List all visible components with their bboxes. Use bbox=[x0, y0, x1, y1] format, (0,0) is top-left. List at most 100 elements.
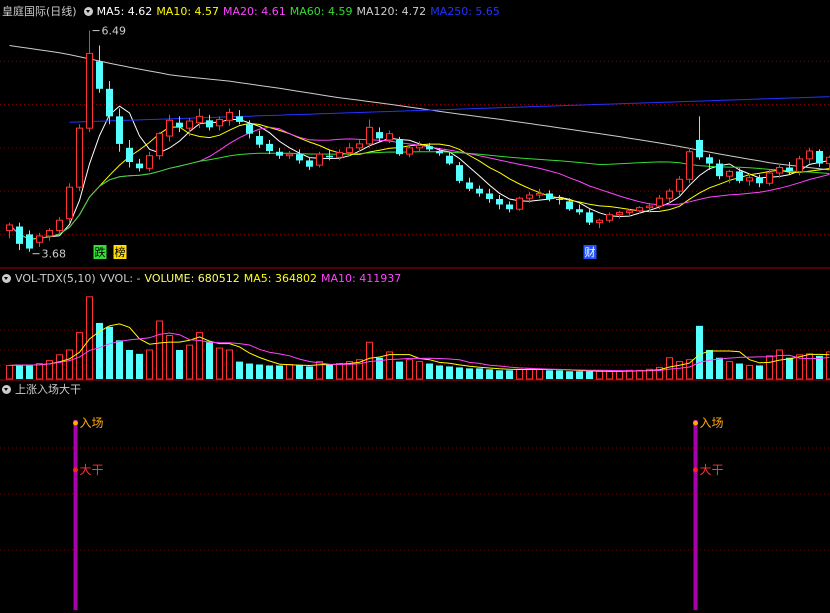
volume-bar-39 bbox=[396, 361, 403, 379]
volume-bar-3 bbox=[36, 363, 43, 380]
volume-bar-5 bbox=[56, 354, 63, 380]
candle-53 bbox=[536, 188, 543, 199]
ma250-line bbox=[69, 96, 830, 123]
volume-bar-81 bbox=[816, 355, 823, 379]
volume-bar-21 bbox=[216, 347, 223, 380]
candle-body bbox=[326, 155, 333, 158]
candle-body bbox=[36, 235, 43, 243]
candle-body bbox=[106, 88, 113, 117]
candle-body bbox=[116, 116, 123, 144]
candle-23 bbox=[236, 110, 243, 125]
candle-8 bbox=[86, 30, 93, 133]
volume-bar-44 bbox=[446, 366, 453, 379]
candle-body bbox=[646, 205, 653, 209]
volume-bar-19 bbox=[196, 332, 203, 380]
candle-11 bbox=[116, 108, 123, 152]
volume-bar-15 bbox=[156, 320, 163, 380]
candle-body bbox=[396, 139, 403, 155]
candle-body bbox=[746, 177, 753, 182]
candle-body bbox=[216, 119, 223, 127]
candle-59 bbox=[596, 218, 603, 229]
candle-body bbox=[666, 190, 673, 199]
collapse-icon[interactable] bbox=[83, 7, 93, 16]
signal-action-dot-1 bbox=[693, 467, 698, 473]
volume-bar-46 bbox=[466, 368, 473, 379]
volume-bar-67 bbox=[676, 361, 683, 380]
volume-bar-78 bbox=[786, 357, 793, 379]
volume-bar-54 bbox=[546, 370, 553, 379]
candle-12 bbox=[126, 139, 133, 168]
candle-0 bbox=[6, 222, 13, 239]
candle-body bbox=[316, 153, 323, 166]
candle-15 bbox=[156, 132, 163, 160]
marker-0: 跌 bbox=[95, 245, 106, 259]
candle-body bbox=[766, 172, 773, 184]
candle-body bbox=[276, 151, 283, 156]
volume-bar-72 bbox=[726, 361, 733, 380]
candle-68 bbox=[686, 147, 693, 184]
candle-body bbox=[266, 143, 273, 151]
volume-bar-2 bbox=[26, 365, 33, 379]
candle-body bbox=[406, 147, 413, 155]
volume-bar-56 bbox=[566, 371, 573, 379]
candle-9 bbox=[96, 45, 103, 93]
volume-bar-26 bbox=[266, 365, 273, 379]
volume-series bbox=[6, 296, 830, 380]
volume-bar-71 bbox=[716, 357, 723, 379]
candle-body bbox=[756, 177, 763, 184]
candle-body bbox=[726, 170, 733, 177]
volume-bar-45 bbox=[456, 367, 463, 379]
candle-body bbox=[786, 167, 793, 172]
candle-body bbox=[46, 229, 53, 237]
signal-entry-label-1: 入场 bbox=[700, 416, 724, 430]
candle-51 bbox=[516, 196, 523, 211]
candle-3 bbox=[36, 232, 43, 247]
candle-body bbox=[586, 212, 593, 223]
vol-legend: VOL-TDX(5,10) VVOL: - VOLUME: 680512 MA5: 3… bbox=[2, 271, 405, 287]
candle-body bbox=[536, 192, 543, 196]
vol-ma5: MA5: 364802 bbox=[243, 272, 317, 285]
volume-bar-48 bbox=[486, 369, 493, 379]
volume-bar-28 bbox=[286, 364, 293, 380]
candle-7 bbox=[76, 124, 83, 192]
candle-body bbox=[576, 209, 583, 213]
stock-chart[interactable]: 6.49 3.68 跌榜 财 入场大干 入场大干 bbox=[0, 0, 830, 613]
volume-bar-66 bbox=[666, 357, 673, 380]
volume-bar-22 bbox=[226, 349, 233, 380]
volume-bar-57 bbox=[576, 371, 583, 379]
signal-series: 入场大干 入场大干 bbox=[73, 416, 724, 610]
volume-bar-40 bbox=[406, 359, 413, 380]
candle-2 bbox=[26, 230, 33, 252]
candle-36 bbox=[366, 119, 373, 148]
volume-bar-77 bbox=[776, 349, 783, 380]
candle-26 bbox=[266, 139, 273, 155]
candle-60 bbox=[606, 212, 613, 223]
candle-body bbox=[56, 219, 63, 231]
collapse-icon[interactable] bbox=[2, 274, 11, 283]
signal-entry-dot-1 bbox=[693, 420, 698, 426]
candle-82 bbox=[826, 155, 830, 170]
vol-vvol: VVOL: - bbox=[99, 272, 141, 285]
candle-28 bbox=[286, 150, 293, 159]
ma5-line bbox=[9, 105, 830, 240]
volume-bar-41 bbox=[416, 361, 423, 380]
candle-37 bbox=[376, 127, 383, 142]
candle-48 bbox=[486, 188, 493, 203]
volume-bar-24 bbox=[246, 363, 253, 379]
candle-47 bbox=[476, 185, 483, 197]
ma-legend-2: MA20: 4.61 bbox=[223, 5, 286, 18]
candle-22 bbox=[226, 108, 233, 126]
candle-body bbox=[696, 139, 703, 158]
volume-bar-32 bbox=[326, 364, 333, 379]
collapse-icon[interactable] bbox=[2, 385, 11, 394]
volume-bar-49 bbox=[496, 370, 503, 379]
volume-bar-18 bbox=[186, 344, 193, 380]
candle-61 bbox=[616, 210, 623, 219]
candle-55 bbox=[556, 195, 563, 205]
candle-body bbox=[556, 198, 563, 200]
signal-entry-label-0: 入场 bbox=[80, 416, 104, 430]
volume-bar-20 bbox=[206, 342, 213, 379]
candle-body bbox=[636, 207, 643, 212]
candle-body bbox=[16, 226, 23, 244]
volume-bar-80 bbox=[806, 353, 813, 380]
